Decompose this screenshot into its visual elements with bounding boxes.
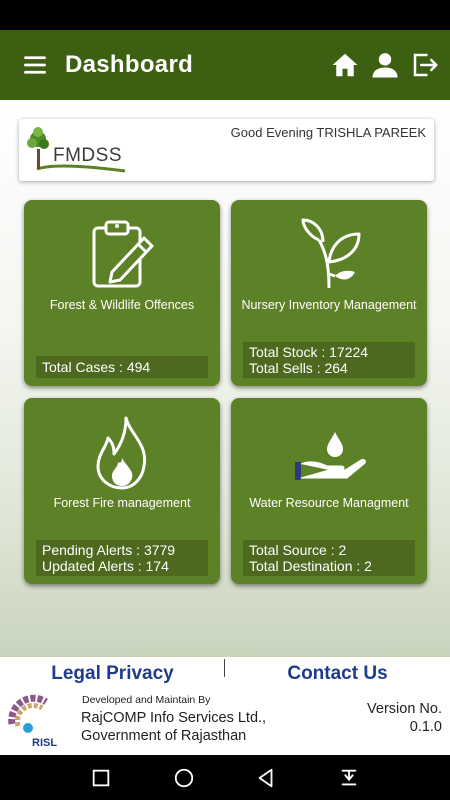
stat-total-destination: Total Destination : 2	[249, 558, 372, 574]
version-label: Version No.	[367, 701, 442, 717]
status-bar	[0, 0, 450, 30]
tile-label: Forest Fire management	[53, 496, 191, 510]
tile-stats: Total Source : 2 Total Destination : 2	[243, 540, 415, 576]
home-nav-button[interactable]	[164, 758, 204, 798]
footer-divider	[224, 659, 225, 677]
home-icon	[332, 53, 358, 77]
risl-logo-text: RISL	[32, 737, 57, 749]
recents-square-icon	[93, 769, 110, 786]
plant-icon	[289, 214, 369, 294]
developed-by-label: Developed and Maintain By	[82, 694, 211, 706]
back-triangle-icon	[258, 768, 273, 787]
fmdss-logo: FMDSS	[25, 123, 135, 177]
tile-water-resource[interactable]: Water Resource Managment Total Source : …	[231, 398, 427, 584]
logout-icon	[413, 53, 438, 77]
profile-button[interactable]	[368, 48, 402, 82]
org-line-2: Government of Rajasthan	[81, 728, 247, 744]
welcome-card: FMDSS Good Evening TRISHLA PAREEK	[19, 119, 434, 181]
stat-total-sells: Total Sells : 264	[249, 360, 348, 376]
stat-total-stock: Total Stock : 17224	[249, 344, 369, 360]
pull-down-icon	[341, 769, 357, 785]
logo-text: FMDSS	[53, 145, 122, 166]
tile-forest-wildlife-offences[interactable]: Forest & Wildlife Offences Total Cases :…	[24, 200, 220, 386]
footer: Legal Privacy Contact Us RISL Developed …	[0, 657, 450, 755]
tile-label: Forest & Wildlife Offences	[49, 298, 195, 312]
clipboard-pencil-icon	[82, 214, 162, 294]
home-button[interactable]	[328, 48, 362, 82]
home-circle-icon	[174, 768, 193, 787]
contact-us-link[interactable]: Contact Us	[225, 657, 450, 693]
logout-button[interactable]	[408, 48, 442, 82]
legal-privacy-link[interactable]: Legal Privacy	[0, 657, 225, 693]
developer-organization: RajCOMP Info Services Ltd., Government o…	[81, 709, 266, 745]
app-bar: Dashboard	[0, 30, 450, 100]
tile-label: Water Resource Managment	[249, 496, 409, 510]
tile-nursery-inventory[interactable]: Nursery Inventory Management Total Stock…	[231, 200, 427, 386]
stat-updated-alerts: Updated Alerts : 174	[42, 558, 169, 574]
menu-icon	[24, 56, 46, 74]
risl-logo: RISL	[6, 694, 62, 750]
stat-total-source: Total Source : 2	[249, 542, 347, 558]
fire-icon	[82, 412, 162, 492]
recents-button[interactable]	[81, 758, 121, 798]
tile-stats: Pending Alerts : 3779 Updated Alerts : 1…	[36, 540, 208, 576]
tile-forest-fire[interactable]: Forest Fire management Pending Alerts : …	[24, 398, 220, 584]
profile-icon	[372, 53, 398, 78]
version-info: Version No. 0.1.0	[367, 700, 442, 736]
page-title: Dashboard	[65, 51, 194, 78]
dashboard-content: FMDSS Good Evening TRISHLA PAREEK Forest…	[0, 100, 450, 657]
tile-label: Nursery Inventory Management	[241, 298, 417, 312]
water-hand-icon	[289, 412, 369, 492]
greeting-text: Good Evening TRISHLA PAREEK	[230, 125, 426, 140]
system-nav-bar	[0, 755, 450, 800]
version-value: 0.1.0	[409, 719, 442, 735]
notification-pull-button[interactable]	[329, 758, 369, 798]
tile-stats: Total Cases : 494	[36, 356, 208, 378]
tile-stats: Total Stock : 17224 Total Sells : 264	[243, 342, 415, 378]
stat-total-cases: Total Cases : 494	[42, 359, 151, 375]
org-line-1: RajCOMP Info Services Ltd.,	[81, 710, 267, 726]
stat-pending-alerts: Pending Alerts : 3779	[42, 542, 176, 558]
menu-button[interactable]	[0, 30, 70, 100]
back-button[interactable]	[246, 758, 286, 798]
